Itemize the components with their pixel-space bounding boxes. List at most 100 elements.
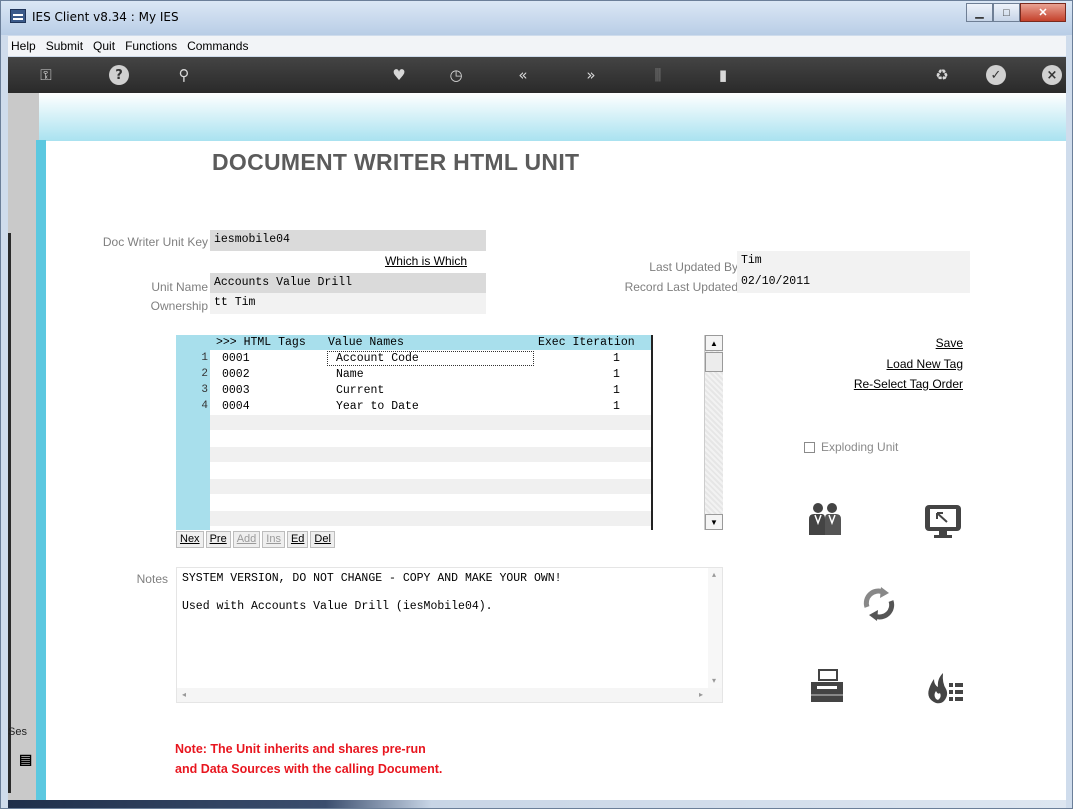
- exploding-unit-label: Exploding Unit: [821, 440, 899, 454]
- help-icon[interactable]: ?: [109, 65, 129, 85]
- empty-row[interactable]: [210, 479, 653, 494]
- next-button[interactable]: Nex: [176, 531, 204, 548]
- row-number: 1: [201, 352, 208, 364]
- row-number: 3: [201, 384, 208, 396]
- printer-icon[interactable]: [807, 668, 847, 706]
- col-exec-iteration[interactable]: Exec Iteration: [538, 336, 635, 349]
- doc-writer-unit-key-field[interactable]: iesmobile04: [210, 230, 486, 251]
- empty-row[interactable]: [210, 431, 653, 446]
- cell-tag[interactable]: 0004: [222, 400, 250, 413]
- notes-scroll-right-icon[interactable]: ▸: [699, 690, 703, 699]
- refresh-icon[interactable]: [859, 585, 899, 623]
- scroll-down-icon[interactable]: ▼: [705, 514, 723, 530]
- record-last-updated-field: 02/10/2011: [737, 272, 970, 293]
- cell-exec-iteration[interactable]: 1: [613, 368, 620, 381]
- cell-tag[interactable]: 0002: [222, 368, 250, 381]
- notes-horizontal-scrollbar[interactable]: ◂ ▸: [177, 688, 722, 702]
- exploding-unit-checkbox[interactable]: [804, 441, 815, 453]
- header-band: [39, 93, 1066, 141]
- notes-scroll-up-icon[interactable]: ▴: [712, 570, 716, 579]
- window-bottom-border: [8, 800, 1066, 808]
- scroll-up-icon[interactable]: ▲: [705, 335, 723, 351]
- table-row[interactable]: 0003 Current 1: [210, 383, 653, 398]
- empty-row[interactable]: [210, 511, 653, 526]
- search-icon[interactable]: ⚲: [174, 65, 194, 85]
- notes-scroll-left-icon[interactable]: ◂: [182, 690, 186, 699]
- app-window: IES Client v8.34 : My IES ▁ □ ✕ Help Sub…: [0, 0, 1073, 809]
- empty-row[interactable]: [210, 447, 653, 462]
- cell-tag[interactable]: 0003: [222, 384, 250, 397]
- left-accent: [36, 140, 46, 800]
- add-button[interactable]: Add: [232, 531, 261, 548]
- menu-submit[interactable]: Submit: [46, 39, 83, 53]
- inheritance-note: Note: The Unit inherits and shares pre-r…: [175, 739, 442, 779]
- menu-help[interactable]: Help: [11, 39, 36, 53]
- cell-value-name[interactable]: Year to Date: [336, 400, 419, 413]
- grid-nav-buttons: Nex Pre Add Ins Ed Del: [176, 531, 335, 548]
- col-html-tags[interactable]: >>> HTML Tags: [216, 336, 306, 349]
- table-row[interactable]: 0004 Year to Date 1: [210, 399, 653, 414]
- grid-header: >>> HTML Tags Value Names Exec Iteration: [176, 335, 653, 350]
- check-icon[interactable]: ✓: [986, 65, 1006, 85]
- cell-value-name[interactable]: Name: [336, 368, 364, 381]
- cell-exec-iteration[interactable]: 1: [613, 384, 620, 397]
- notes-line-1: SYSTEM VERSION, DO NOT CHANGE - COPY AND…: [182, 572, 562, 585]
- empty-row[interactable]: [210, 415, 653, 430]
- notes-scroll-down-icon[interactable]: ▾: [712, 676, 716, 685]
- toolbar: ⚿ ? ⚲ ♥ ◷ « » ⫼ ▮ ♻ ✓ ×: [8, 57, 1066, 93]
- session-label: Ses: [8, 726, 27, 738]
- cell-tag[interactable]: 0001: [222, 352, 250, 365]
- recycle-icon[interactable]: ♻: [932, 65, 952, 85]
- exploding-unit-option[interactable]: Exploding Unit: [804, 440, 898, 454]
- save-link[interactable]: Save: [808, 336, 963, 350]
- menu-bar: Help Submit Quit Functions Commands: [8, 36, 1066, 56]
- ownership-field[interactable]: tt Tim: [210, 293, 486, 314]
- unit-name-field[interactable]: Accounts Value Drill: [210, 273, 486, 294]
- forward-icon[interactable]: »: [581, 65, 601, 85]
- table-row[interactable]: 0002 Name 1: [210, 367, 653, 382]
- reselect-tag-order-link[interactable]: Re-Select Tag Order: [788, 377, 963, 391]
- empty-row[interactable]: [210, 463, 653, 478]
- delete-button[interactable]: Del: [310, 531, 335, 548]
- scroll-thumb[interactable]: [705, 352, 723, 372]
- minimize-button[interactable]: ▁: [966, 3, 993, 22]
- left-panel: [8, 93, 39, 800]
- heart-icon[interactable]: ♥: [389, 65, 409, 85]
- col-value-names[interactable]: Value Names: [328, 336, 404, 349]
- insert-button[interactable]: Ins: [262, 531, 285, 548]
- last-updated-by-field: Tim: [737, 251, 970, 272]
- clock-icon[interactable]: ◷: [446, 65, 466, 85]
- users-icon[interactable]: [805, 501, 845, 539]
- fire-list-icon[interactable]: [924, 669, 964, 707]
- page-title: DOCUMENT WRITER HTML UNIT: [212, 149, 580, 175]
- load-new-tag-link[interactable]: Load New Tag: [808, 357, 964, 371]
- maximize-button[interactable]: □: [993, 3, 1020, 22]
- cell-exec-iteration[interactable]: 1: [613, 352, 620, 365]
- notes-vertical-scrollbar[interactable]: ▴ ▾: [708, 568, 722, 689]
- tools-icon[interactable]: ⫼: [648, 65, 668, 85]
- cell-exec-iteration[interactable]: 1: [613, 400, 620, 413]
- key-icon[interactable]: ⚿: [31, 65, 61, 85]
- monitor-icon[interactable]: [923, 503, 963, 541]
- menu-quit[interactable]: Quit: [93, 39, 115, 53]
- session-icon[interactable]: ▤: [19, 751, 32, 768]
- close-icon[interactable]: ×: [1042, 65, 1062, 85]
- empty-row[interactable]: [210, 495, 653, 510]
- row-number-column: [176, 335, 210, 530]
- rewind-icon[interactable]: «: [513, 65, 533, 85]
- title-bar: IES Client v8.34 : My IES ▁ □ ✕: [1, 1, 1072, 35]
- menu-functions[interactable]: Functions: [125, 39, 177, 53]
- cell-value-name[interactable]: Current: [336, 384, 384, 397]
- unit-name-label: Unit Name: [151, 280, 208, 294]
- previous-button[interactable]: Pre: [205, 531, 231, 548]
- record-last-updated-label: Record Last Updated: [624, 280, 738, 294]
- window-controls: ▁ □ ✕: [966, 3, 1066, 22]
- edit-button[interactable]: Ed: [286, 531, 309, 548]
- which-is-which-link[interactable]: Which is Which: [308, 254, 467, 268]
- html-tags-grid: >>> HTML Tags Value Names Exec Iteration…: [176, 335, 653, 530]
- notes-textarea[interactable]: SYSTEM VERSION, DO NOT CHANGE - COPY AND…: [176, 567, 723, 703]
- grid-scrollbar[interactable]: ▲ ▼: [704, 335, 723, 530]
- close-window-button[interactable]: ✕: [1020, 3, 1066, 22]
- window-icon[interactable]: ▮: [713, 65, 733, 85]
- menu-commands[interactable]: Commands: [187, 39, 248, 53]
